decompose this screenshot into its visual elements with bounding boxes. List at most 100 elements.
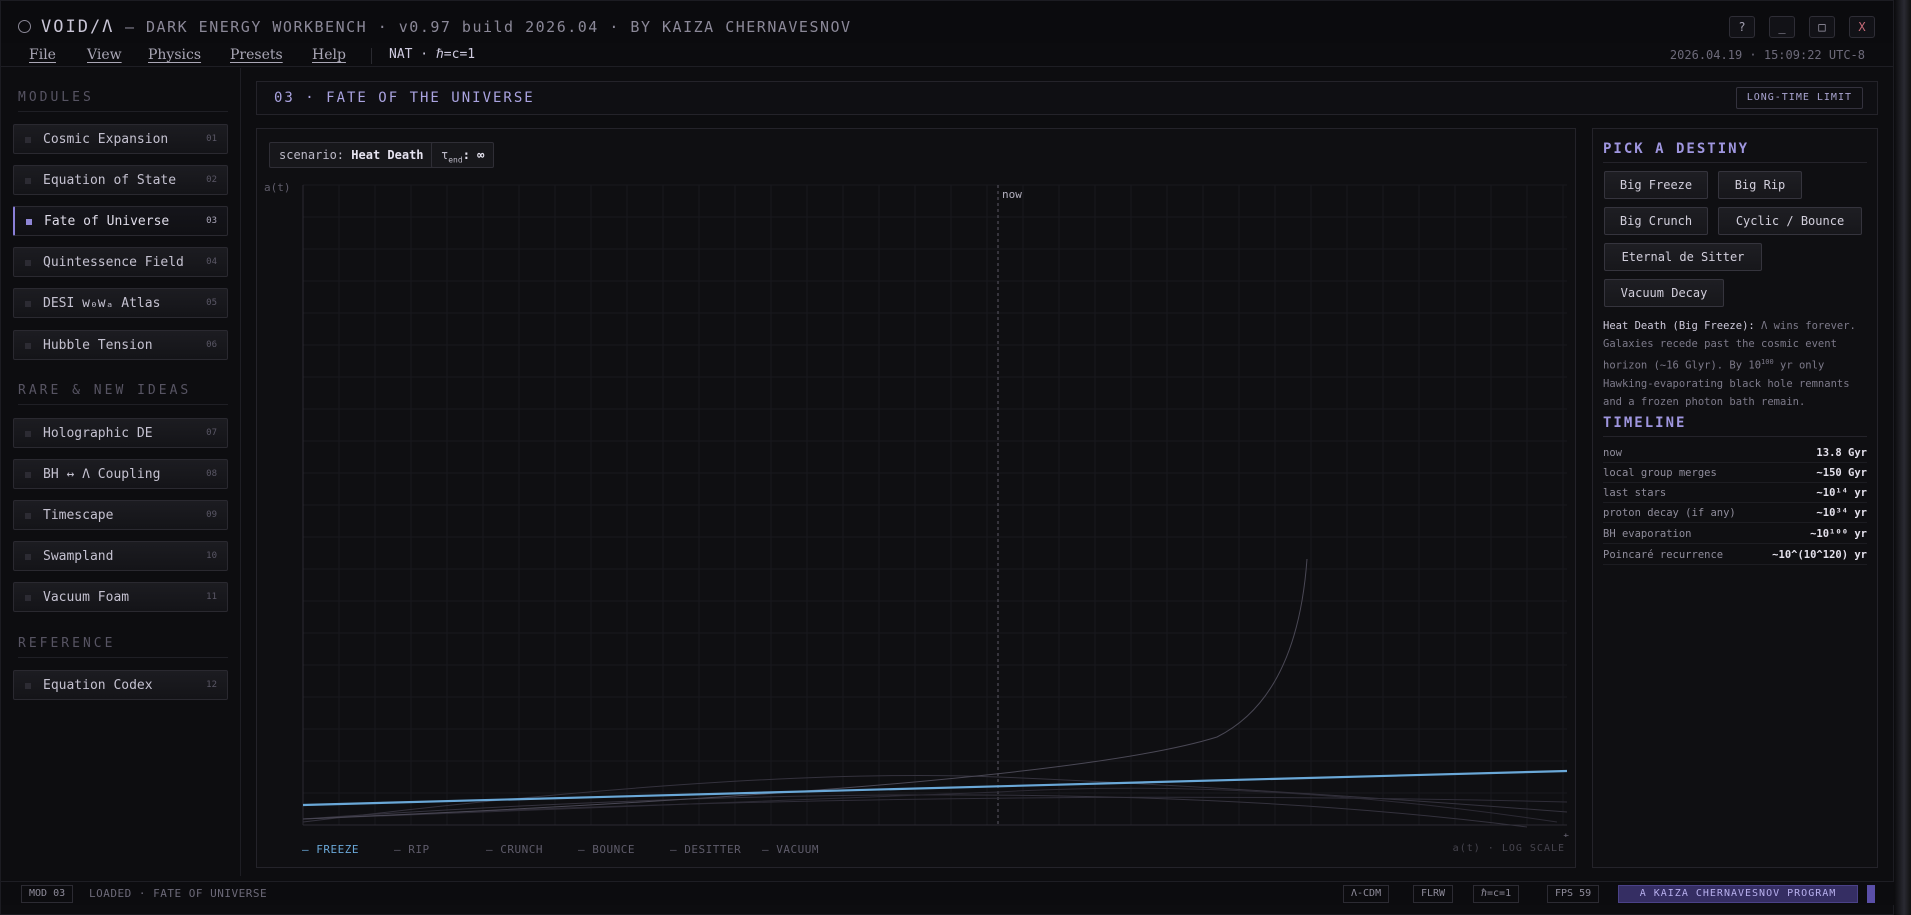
big-freeze-button[interactable]: Big Freeze	[1604, 171, 1708, 199]
timeline-time: ~10¹⁴ yr	[1816, 487, 1867, 499]
sidebar-item-number: 10	[206, 551, 217, 561]
close-button[interactable]: X	[1849, 16, 1875, 38]
divider	[1603, 162, 1867, 163]
menu-physics[interactable]: Physics	[148, 47, 201, 63]
legend-desitter[interactable]: – DESITTER	[670, 843, 741, 856]
scenario-label: scenario:	[279, 148, 345, 162]
sidebar-item-number: 08	[206, 469, 217, 479]
scenario-value: Heat Death	[351, 148, 424, 162]
timeline-event: BH evaporation	[1603, 528, 1692, 540]
menu-bar: File View Physics Presets Help NAT · ℏ=c…	[1, 43, 1893, 67]
menu-view[interactable]: View	[87, 47, 122, 63]
chip-lcdm: Λ-CDM	[1343, 885, 1390, 903]
sidebar-item-label: BH ↔ Λ Coupling	[43, 467, 161, 482]
sidebar: MODULES Cosmic Expansion 01 Equation of S…	[1, 68, 241, 876]
menu-separator	[371, 48, 372, 64]
scale-factor-plot[interactable]: a(t) t now	[257, 177, 1575, 837]
sidebar-item-number: 01	[206, 134, 217, 144]
sidebar-item-fate-of-universe[interactable]: Fate of Universe 03	[13, 206, 228, 236]
sidebar-item-label: Hubble Tension	[43, 338, 153, 353]
bullet-icon	[26, 219, 32, 225]
tend-value: : ∞	[462, 148, 485, 162]
timeline-row: now 13.8 Gyr	[1603, 445, 1867, 463]
scale-label: a(t) · LOG SCALE	[1452, 843, 1565, 854]
status-text: LOADED · FATE OF UNIVERSE	[89, 887, 268, 900]
timeline-time: ~10^(10^120) yr	[1772, 549, 1867, 561]
sidebar-item-equation-codex[interactable]: Equation Codex 12	[13, 670, 228, 700]
y-axis-label: a(t)	[264, 181, 291, 194]
sidebar-item-label: Equation of State	[43, 173, 177, 188]
sidebar-item-number: 12	[206, 680, 217, 690]
units-indicator: NAT · ℏ=c=1	[389, 47, 476, 62]
now-label: now	[1002, 188, 1022, 201]
maximize-button[interactable]: □	[1809, 16, 1835, 38]
sidebar-item-bh-lambda-coupling[interactable]: BH ↔ Λ Coupling 08	[13, 459, 228, 489]
menu-presets[interactable]: Presets	[230, 47, 283, 63]
bullet-icon	[25, 683, 31, 689]
timeline-row: local group merges ~150 Gyr	[1603, 465, 1867, 483]
bullet-icon	[25, 431, 31, 437]
sidebar-item-cosmic-expansion[interactable]: Cosmic Expansion 01	[13, 124, 228, 154]
sidebar-item-swampland[interactable]: Swampland 10	[13, 541, 228, 571]
x-axis-label: t	[1563, 831, 1570, 837]
sidebar-item-number: 03	[206, 216, 217, 226]
app-window: VOID/Λ – DARK ENERGY WORKBENCH · v0.97 b…	[0, 0, 1895, 915]
legend-crunch[interactable]: – CRUNCH	[486, 843, 543, 856]
bullet-icon	[25, 137, 31, 143]
timeline-event: local group merges	[1603, 467, 1717, 479]
legend-rip[interactable]: – RIP	[394, 843, 430, 856]
sidebar-item-quintessence-field[interactable]: Quintessence Field 04	[13, 247, 228, 277]
section-rare-ideas-title: RARE & NEW IDEAS	[18, 383, 192, 398]
sidebar-item-vacuum-foam[interactable]: Vacuum Foam 11	[13, 582, 228, 612]
sidebar-item-label: Cosmic Expansion	[43, 132, 169, 147]
sidebar-item-number: 09	[206, 510, 217, 520]
sidebar-item-hubble-tension[interactable]: Hubble Tension 06	[13, 330, 228, 360]
app-subtitle: – DARK ENERGY WORKBENCH · v0.97 build 20…	[114, 18, 852, 36]
sidebar-item-timescape[interactable]: Timescape 09	[13, 500, 228, 530]
long-time-limit-button[interactable]: LONG-TIME LIMIT	[1735, 87, 1863, 109]
minimize-button[interactable]: _	[1769, 16, 1795, 38]
sidebar-item-number: 02	[206, 175, 217, 185]
bullet-icon	[25, 343, 31, 349]
status-bar: MOD 03 LOADED · FATE OF UNIVERSE Λ-CDM F…	[1, 881, 1895, 905]
scenario-pill[interactable]: scenario: Heat Death	[269, 142, 434, 168]
vacuum-decay-button[interactable]: Vacuum Decay	[1604, 279, 1724, 307]
bullet-icon	[25, 554, 31, 560]
sidebar-item-number: 04	[206, 257, 217, 267]
menu-file[interactable]: File	[29, 47, 56, 63]
section-modules-title: MODULES	[18, 90, 94, 105]
divider	[18, 111, 228, 112]
help-button[interactable]: ?	[1729, 16, 1755, 38]
legend-vacuum[interactable]: – VACUUM	[762, 843, 819, 856]
timeline-row: Poincaré recurrence ~10^(10^120) yr	[1603, 547, 1867, 565]
timeline-title: TIMELINE	[1603, 415, 1687, 431]
destiny-panel: PICK A DESTINY Big Freeze Big Rip Big Cr…	[1592, 128, 1878, 868]
bullet-icon	[25, 301, 31, 307]
bullet-icon	[25, 595, 31, 601]
sidebar-item-number: 07	[206, 428, 217, 438]
destiny-title: PICK A DESTINY	[1603, 141, 1750, 157]
legend-freeze[interactable]: – FREEZE	[302, 843, 359, 856]
bullet-icon	[25, 260, 31, 266]
divider	[1603, 436, 1867, 437]
cyclic-bounce-button[interactable]: Cyclic / Bounce	[1718, 207, 1862, 235]
description-exponent: 100	[1761, 358, 1774, 366]
sidebar-item-label: Timescape	[43, 508, 114, 523]
sidebar-item-equation-of-state[interactable]: Equation of State 02	[13, 165, 228, 195]
sidebar-item-number: 06	[206, 340, 217, 350]
timeline-event: now	[1603, 447, 1622, 459]
sidebar-item-label: Swampland	[43, 549, 114, 564]
description-heading: Heat Death (Big Freeze):	[1603, 320, 1755, 332]
timeline-time: ~10¹⁰⁰ yr	[1810, 528, 1867, 540]
big-crunch-button[interactable]: Big Crunch	[1604, 207, 1708, 235]
menu-help[interactable]: Help	[312, 47, 346, 63]
tend-pill[interactable]: τend: ∞	[431, 142, 495, 168]
timeline-time: ~10³⁴ yr	[1816, 507, 1867, 519]
legend-bounce[interactable]: – BOUNCE	[578, 843, 635, 856]
sidebar-item-number: 11	[206, 592, 217, 602]
eternal-de-sitter-button[interactable]: Eternal de Sitter	[1604, 243, 1762, 271]
sidebar-item-desi-atlas[interactable]: DESI w₀wₐ Atlas 05	[13, 288, 228, 318]
sidebar-item-holographic-de[interactable]: Holographic DE 07	[13, 418, 228, 448]
big-rip-button[interactable]: Big Rip	[1718, 171, 1802, 199]
sidebar-item-label: Holographic DE	[43, 426, 153, 441]
